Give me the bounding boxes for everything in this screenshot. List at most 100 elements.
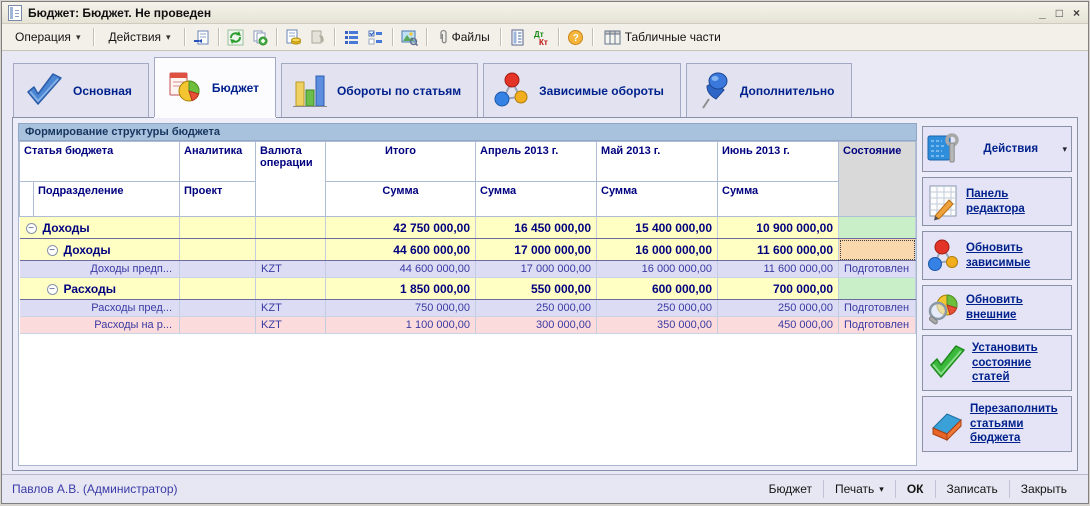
column-header-may: Май 2013 г.: [597, 142, 718, 182]
cell-state[interactable]: [839, 278, 916, 300]
structure-list-button[interactable]: [341, 26, 363, 48]
cell-may[interactable]: 16 000 000,00: [597, 239, 718, 261]
cell-may[interactable]: 15 400 000,00: [597, 217, 718, 239]
save-button[interactable]: Записать: [935, 480, 1009, 498]
cell-total[interactable]: 42 750 000,00: [326, 217, 476, 239]
refill-button[interactable]: Перезаполнить статьями бюджета: [922, 396, 1072, 452]
cell-currency[interactable]: KZT: [256, 261, 326, 278]
actions-side-button[interactable]: Действия ▾: [922, 126, 1072, 172]
cell-state[interactable]: Подготовлен: [839, 317, 916, 334]
cell-article[interactable]: −Доходы: [20, 217, 180, 239]
cell-total[interactable]: 1 100 000,00: [326, 317, 476, 334]
cell-april[interactable]: 250 000,00: [476, 300, 597, 317]
close-form-button[interactable]: Закрыть: [1009, 480, 1078, 498]
table-row[interactable]: −Доходы 44 600 000,0017 000 000,0016 000 …: [20, 239, 916, 261]
refresh-dependent-button[interactable]: Обновить зависимые: [922, 231, 1072, 280]
cell-june[interactable]: 11 600 000,00: [718, 261, 839, 278]
collapse-icon[interactable]: −: [26, 223, 37, 234]
cell-total[interactable]: 1 850 000,00: [326, 278, 476, 300]
cell-state[interactable]: [839, 217, 916, 239]
minimize-button[interactable]: _: [1039, 6, 1046, 20]
cell-april[interactable]: 300 000,00: [476, 317, 597, 334]
table-row[interactable]: −Доходы 42 750 000,0016 450 000,0015 400 …: [20, 217, 916, 239]
cell-state[interactable]: Подготовлен: [839, 261, 916, 278]
cell-may[interactable]: 600 000,00: [597, 278, 718, 300]
budget-grid[interactable]: Статья бюджета Аналитика Валюта операции…: [18, 141, 917, 466]
cell-june[interactable]: 11 600 000,00: [718, 239, 839, 261]
cell-total[interactable]: 750 000,00: [326, 300, 476, 317]
cell-april[interactable]: 550 000,00: [476, 278, 597, 300]
cell-project[interactable]: [180, 261, 256, 278]
cell-article[interactable]: Расходы пред...: [20, 300, 180, 317]
cell-project[interactable]: [180, 300, 256, 317]
tab-osnovnaya[interactable]: Основная: [13, 63, 149, 117]
cell-currency[interactable]: KZT: [256, 300, 326, 317]
refresh-external-button[interactable]: Обновить внешние: [922, 285, 1072, 330]
cell-total[interactable]: 44 600 000,00: [326, 261, 476, 278]
cell-currency[interactable]: KZT: [256, 317, 326, 334]
tab-oboroty-po-statyam[interactable]: Обороты по статьям: [281, 63, 478, 117]
cell-may[interactable]: 250 000,00: [597, 300, 718, 317]
cell-project[interactable]: [180, 317, 256, 334]
actions-menu-label: Действия: [108, 30, 161, 44]
copy-button[interactable]: [249, 26, 271, 48]
cell-april[interactable]: 16 450 000,00: [476, 217, 597, 239]
actions-menu[interactable]: Действия ▾: [100, 26, 178, 48]
cell-project[interactable]: [180, 239, 256, 261]
cell-may[interactable]: 350 000,00: [597, 317, 718, 334]
budget-footer-button[interactable]: Бюджет: [758, 480, 823, 498]
reread-button[interactable]: [191, 26, 213, 48]
tab-dopolnitelno[interactable]: Дополнительно: [686, 63, 852, 117]
table-row[interactable]: Доходы предп... KZT44 600 000,0017 000 00…: [20, 261, 916, 278]
close-button[interactable]: ×: [1073, 6, 1080, 20]
cell-june[interactable]: 450 000,00: [718, 317, 839, 334]
dt-kt-button[interactable]: Дт Кт: [531, 26, 553, 48]
ok-button[interactable]: ОК: [895, 480, 935, 498]
cell-april[interactable]: 17 000 000,00: [476, 261, 597, 278]
column-header-currency: Валюта операции: [256, 142, 326, 217]
structure-check-button[interactable]: [365, 26, 387, 48]
unpost-button[interactable]: [307, 26, 329, 48]
column-header-total: Итого: [326, 142, 476, 182]
budget-table: Статья бюджета Аналитика Валюта операции…: [19, 141, 916, 334]
files-button[interactable]: Файлы: [433, 26, 495, 48]
cell-state[interactable]: [839, 239, 916, 261]
cell-currency[interactable]: [256, 217, 326, 239]
cell-article[interactable]: Расходы на р...: [20, 317, 180, 334]
cell-article[interactable]: Доходы предп...: [20, 261, 180, 278]
column-header-article: Статья бюджета: [20, 142, 180, 182]
column-header-subdivision: Подразделение: [34, 182, 180, 217]
report-button[interactable]: [507, 26, 529, 48]
editor-panel-button[interactable]: Панель редактора: [922, 177, 1072, 226]
cell-april[interactable]: 17 000 000,00: [476, 239, 597, 261]
collapse-icon[interactable]: −: [47, 245, 58, 256]
print-button[interactable]: Печать▾: [823, 480, 895, 498]
post-button[interactable]: [283, 26, 305, 48]
cell-june[interactable]: 700 000,00: [718, 278, 839, 300]
table-row[interactable]: Расходы на р... KZT1 100 000,00300 000,00…: [20, 317, 916, 334]
cell-june[interactable]: 10 900 000,00: [718, 217, 839, 239]
cell-currency[interactable]: [256, 239, 326, 261]
maximize-button[interactable]: □: [1056, 6, 1063, 20]
cell-total[interactable]: 44 600 000,00: [326, 239, 476, 261]
cell-project[interactable]: [180, 217, 256, 239]
cell-june[interactable]: 250 000,00: [718, 300, 839, 317]
cell-article[interactable]: −Доходы: [20, 239, 180, 261]
collapse-icon[interactable]: −: [47, 284, 58, 295]
cell-may[interactable]: 16 000 000,00: [597, 261, 718, 278]
image-button[interactable]: [399, 26, 421, 48]
table-row[interactable]: −Расходы 1 850 000,00550 000,00600 000,00…: [20, 278, 916, 300]
help-button[interactable]: ?: [565, 26, 587, 48]
separator: [218, 28, 220, 46]
tab-zavisimye-oboroty[interactable]: Зависимые обороты: [483, 63, 681, 117]
cell-state[interactable]: Подготовлен: [839, 300, 916, 317]
operation-menu[interactable]: Операция ▾: [7, 26, 88, 48]
table-parts-button[interactable]: Табличные части: [599, 26, 726, 48]
cell-article[interactable]: −Расходы: [20, 278, 180, 300]
refresh-button[interactable]: [225, 26, 247, 48]
cell-currency[interactable]: [256, 278, 326, 300]
set-state-button[interactable]: Установить состояние статей: [922, 335, 1072, 391]
tab-budget[interactable]: Бюджет: [154, 57, 276, 117]
table-row[interactable]: Расходы пред...KZT750 000,00250 000,0025…: [20, 300, 916, 317]
cell-project[interactable]: [180, 278, 256, 300]
